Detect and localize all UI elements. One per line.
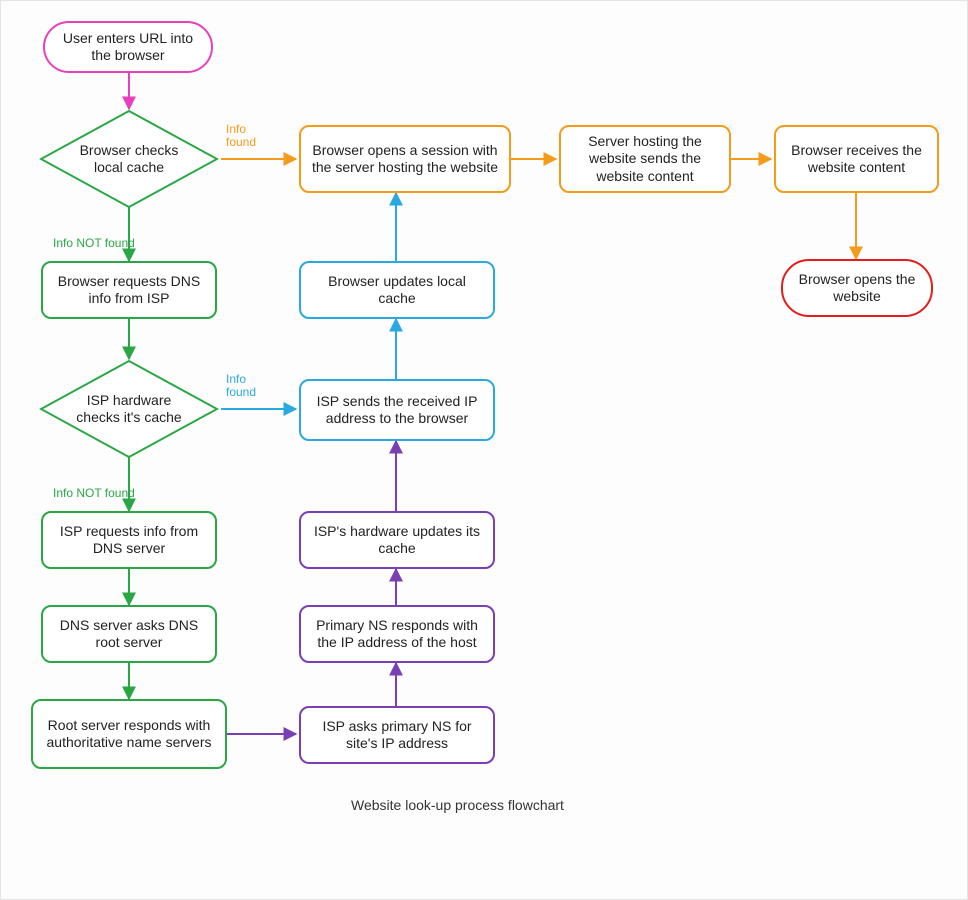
node-dns-asks-root-label: DNS server asks DNS root server xyxy=(51,617,207,652)
node-open-session-label: Browser opens a session with the server … xyxy=(309,142,501,177)
node-browser-opens-website: Browser opens the website xyxy=(781,259,933,317)
node-isp-sends-ip: ISP sends the received IP address to the… xyxy=(299,379,495,441)
node-isp-asks-primary-ns-label: ISP asks primary NS for site's IP addres… xyxy=(309,718,485,753)
node-browser-updates-cache: Browser updates local cache xyxy=(299,261,495,319)
edge-label-info-found-2: Info found xyxy=(226,373,266,399)
node-isp-asks-primary-ns: ISP asks primary NS for site's IP addres… xyxy=(299,706,495,764)
node-request-dns-from-isp: Browser requests DNS info from ISP xyxy=(41,261,217,319)
node-root-responds-label: Root server responds with authoritative … xyxy=(41,717,217,752)
edge-label-info-not-found-1: Info NOT found xyxy=(53,237,135,250)
node-open-session: Browser opens a session with the server … xyxy=(299,125,511,193)
node-start-label: User enters URL into the browser xyxy=(53,30,203,65)
node-isp-requests-dns-server-label: ISP requests info from DNS server xyxy=(51,523,207,558)
node-browser-opens-website-label: Browser opens the website xyxy=(791,271,923,306)
edge-label-info-found-1: Info found xyxy=(226,123,266,149)
node-server-sends-content: Server hosting the website sends the web… xyxy=(559,125,731,193)
node-isp-hardware-updates-cache-label: ISP's hardware updates its cache xyxy=(309,523,485,558)
node-browser-updates-cache-label: Browser updates local cache xyxy=(309,273,485,308)
node-primary-ns-responds: Primary NS responds with the IP address … xyxy=(299,605,495,663)
node-start: User enters URL into the browser xyxy=(43,21,213,73)
node-check-local-cache-label: Browser checks local cache xyxy=(39,109,219,209)
node-isp-checks-cache-label: ISP hardware checks it's cache xyxy=(39,359,219,459)
node-isp-sends-ip-label: ISP sends the received IP address to the… xyxy=(309,393,485,428)
diagram-caption: Website look-up process flowchart xyxy=(351,797,564,813)
node-isp-requests-dns-server: ISP requests info from DNS server xyxy=(41,511,217,569)
node-primary-ns-responds-label: Primary NS responds with the IP address … xyxy=(309,617,485,652)
node-check-local-cache: Browser checks local cache xyxy=(39,109,219,209)
flowchart-frame: User enters URL into the browser Browser… xyxy=(0,0,968,900)
node-isp-hardware-updates-cache: ISP's hardware updates its cache xyxy=(299,511,495,569)
node-browser-receives-content: Browser receives the website content xyxy=(774,125,939,193)
node-browser-receives-content-label: Browser receives the website content xyxy=(784,142,929,177)
node-request-dns-from-isp-label: Browser requests DNS info from ISP xyxy=(51,273,207,308)
node-dns-asks-root: DNS server asks DNS root server xyxy=(41,605,217,663)
edge-label-info-not-found-2: Info NOT found xyxy=(53,487,135,500)
node-root-responds: Root server responds with authoritative … xyxy=(31,699,227,769)
node-isp-checks-cache: ISP hardware checks it's cache xyxy=(39,359,219,459)
node-server-sends-content-label: Server hosting the website sends the web… xyxy=(569,133,721,186)
